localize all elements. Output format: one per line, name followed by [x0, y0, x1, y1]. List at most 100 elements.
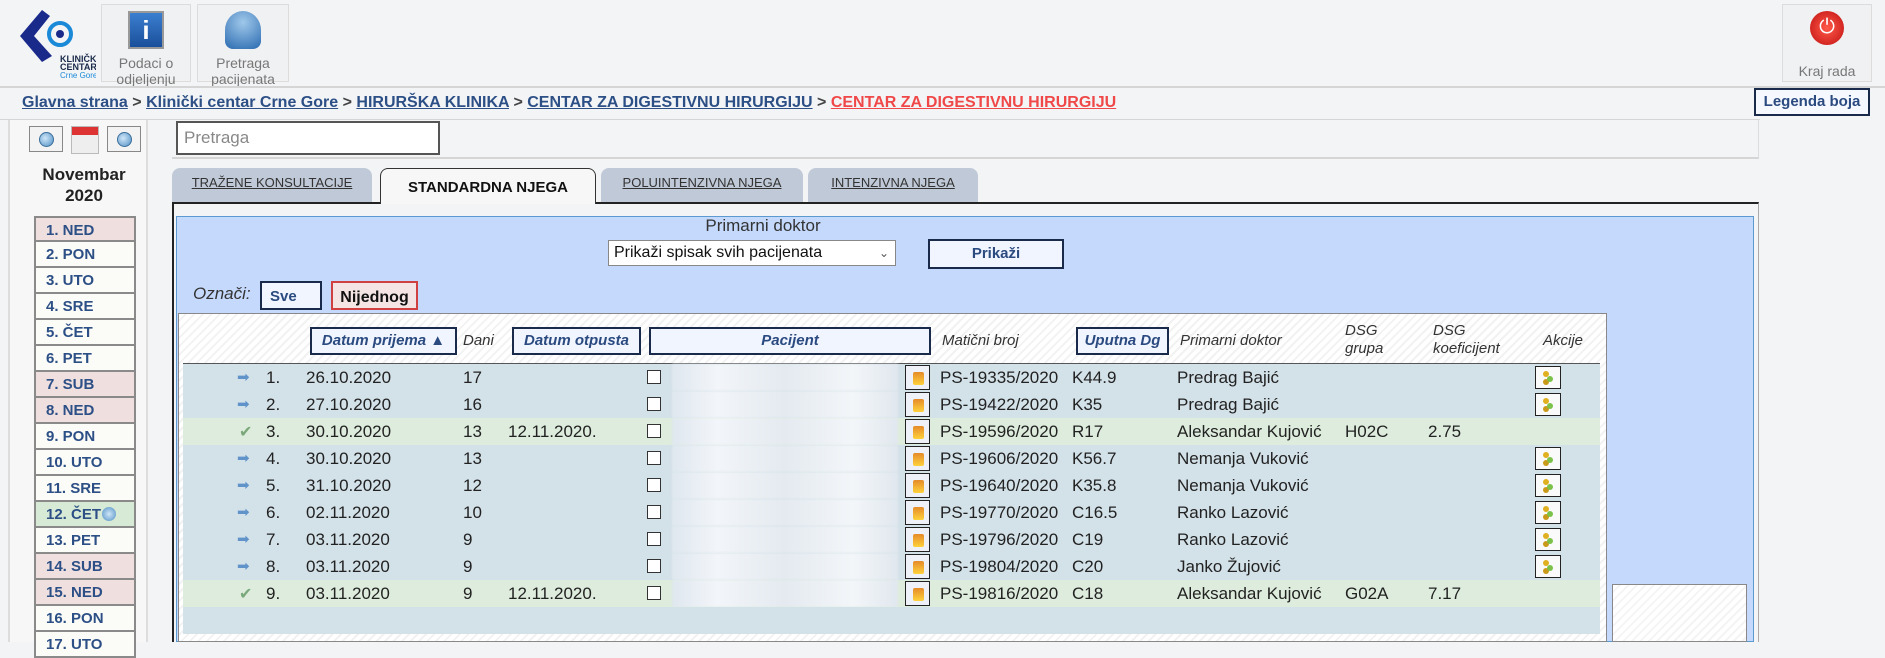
- calendar-day[interactable]: 16. PON: [34, 606, 136, 632]
- table-row[interactable]: ✔ 9. 03.11.2020 9 12.11.2020. PS-19816/2020 C1…: [183, 580, 1600, 607]
- table-row[interactable]: ✔ 3. 30.10.2020 13 12.11.2020. PS-19596/2020 R…: [183, 418, 1600, 445]
- referral-diagnosis: R17: [1072, 422, 1104, 441]
- color-legend-button[interactable]: Legenda boja: [1754, 88, 1870, 116]
- header-dsg-coefficient: DSG koeficijent: [1433, 322, 1500, 357]
- calendar-day[interactable]: 14. SUB: [34, 554, 136, 580]
- referral-diagnosis: C19: [1072, 530, 1104, 549]
- sort-discharge-date-button[interactable]: Datum otpusta: [512, 327, 641, 355]
- table-row[interactable]: ➡ 4. 30.10.2020 13 PS-19606/2020 K56.7 Nemanja…: [183, 445, 1600, 472]
- dsg-coefficient: 2.75: [1428, 422, 1462, 441]
- search-input[interactable]: [176, 121, 440, 155]
- sort-patient-button[interactable]: Pacijent: [649, 327, 931, 355]
- patients-action-icon: [1543, 398, 1549, 404]
- calendar-day[interactable]: 8. NED: [34, 398, 136, 424]
- days-count: 12: [463, 476, 482, 495]
- next-month-button[interactable]: [107, 126, 141, 152]
- admission-date: 30.10.2020: [306, 449, 392, 468]
- dsg-group: G02A: [1345, 584, 1389, 603]
- row-checkbox[interactable]: [647, 370, 661, 384]
- patient-folder-button[interactable]: [905, 581, 930, 606]
- medical-record-number: PS-19770/2020: [940, 503, 1059, 522]
- admission-date: 27.10.2020: [306, 395, 392, 414]
- prev-month-button[interactable]: [29, 126, 63, 152]
- table-row[interactable]: ➡ 8. 03.11.2020 9 PS-19804/2020 C20 Janko Žujo…: [183, 553, 1600, 580]
- action-button[interactable]: [1535, 501, 1561, 524]
- calendar-day[interactable]: 10. UTO: [34, 450, 136, 476]
- calendar-icon[interactable]: [71, 126, 99, 154]
- calendar-day[interactable]: 1. NED: [34, 216, 136, 242]
- action-button[interactable]: [1535, 393, 1561, 416]
- calendar-day[interactable]: 13. PET: [34, 528, 136, 554]
- row-number: 8.: [266, 557, 281, 576]
- folder-icon: [913, 372, 924, 385]
- tab-requested-consultations[interactable]: TRAŽENE KONSULTACIJE: [172, 168, 372, 202]
- patient-name-redacted: [672, 472, 898, 499]
- table-row[interactable]: [183, 607, 1600, 634]
- row-checkbox[interactable]: [647, 586, 661, 600]
- patient-folder-button[interactable]: [905, 446, 930, 471]
- row-checkbox[interactable]: [647, 478, 661, 492]
- patient-folder-button[interactable]: [905, 500, 930, 525]
- calendar-day[interactable]: 5. ČET: [34, 320, 136, 346]
- row-checkbox[interactable]: [647, 451, 661, 465]
- action-button[interactable]: [1535, 555, 1561, 578]
- breadcrumb-department[interactable]: CENTAR ZA DIGESTIVNU HIRURGIJU: [527, 94, 812, 111]
- action-button[interactable]: [1535, 474, 1561, 497]
- calendar-day[interactable]: 4. SRE: [34, 294, 136, 320]
- patient-folder-button[interactable]: [905, 473, 930, 498]
- calendar-day[interactable]: 3. UTO: [34, 268, 136, 294]
- show-button[interactable]: Prikaži: [928, 239, 1064, 269]
- row-number: 1.: [266, 368, 281, 387]
- calendar-day[interactable]: 12. ČET: [34, 502, 136, 528]
- calendar-day[interactable]: 11. SRE: [34, 476, 136, 502]
- calendar-day[interactable]: 15. NED: [34, 580, 136, 606]
- row-checkbox[interactable]: [647, 505, 661, 519]
- table-row[interactable]: ➡ 5. 31.10.2020 12 PS-19640/2020 K35.8 Nemanja…: [183, 472, 1600, 499]
- patient-folder-button[interactable]: [905, 527, 930, 552]
- table-row[interactable]: ➡ 2. 27.10.2020 16 PS-19422/2020 K35 Predrag B…: [183, 391, 1600, 418]
- calendar-day[interactable]: 2. PON: [34, 242, 136, 268]
- action-button[interactable]: [1535, 528, 1561, 551]
- calendar-day[interactable]: 7. SUB: [34, 372, 136, 398]
- select-none-button[interactable]: Nijednog: [331, 281, 418, 310]
- calendar-day[interactable]: 6. PET: [34, 346, 136, 372]
- discharge-date: 12.11.2020.: [508, 422, 597, 441]
- sort-admission-date-button[interactable]: Datum prijema ▲: [310, 327, 457, 355]
- patient-folder-button[interactable]: [905, 419, 930, 444]
- logo[interactable]: KLINIČKI CENTAR Crne Gore: [12, 6, 99, 80]
- breadcrumb-center[interactable]: Klinički centar Crne Gore: [146, 94, 338, 111]
- action-button[interactable]: [1535, 447, 1561, 470]
- table-row[interactable]: ➡ 1. 26.10.2020 17 PS-19335/2020 K44.9 Predrag…: [183, 364, 1600, 391]
- breadcrumb-current[interactable]: CENTAR ZA DIGESTIVNU HIRURGIJU: [831, 94, 1116, 111]
- table-row[interactable]: ➡ 7. 03.11.2020 9 PS-19796/2020 C19 Ranko Lazo…: [183, 526, 1600, 553]
- breadcrumb-clinic[interactable]: HIRURŠKA KLINIKA: [356, 94, 509, 111]
- row-checkbox[interactable]: [647, 532, 661, 546]
- tab-standard-care[interactable]: STANDARDNA NJEGA: [380, 168, 596, 204]
- breadcrumb-home[interactable]: Glavna strana: [22, 94, 128, 111]
- folder-icon: [913, 453, 924, 466]
- calendar-day[interactable]: 17. UTO: [34, 632, 136, 658]
- discharge-date: 12.11.2020.: [508, 584, 597, 603]
- patient-folder-button[interactable]: [905, 392, 930, 417]
- table-row[interactable]: ➡ 6. 02.11.2020 10 PS-19770/2020 C16.5 Ranko L…: [183, 499, 1600, 526]
- patient-search-button[interactable]: Pretraga pacijenata: [197, 4, 289, 87]
- patient-folder-button[interactable]: [905, 365, 930, 390]
- calendar-day[interactable]: 9. PON: [34, 424, 136, 450]
- arrow-right-icon: ➡: [237, 504, 250, 521]
- patient-folder-button[interactable]: [905, 554, 930, 579]
- action-button[interactable]: [1535, 366, 1561, 389]
- sort-referral-dg-button[interactable]: Uputna Dg: [1076, 327, 1169, 355]
- primary-doctor: Janko Žujović: [1177, 557, 1281, 576]
- row-checkbox[interactable]: [647, 424, 661, 438]
- arrow-right-icon: ➡: [237, 396, 250, 413]
- tab-semi-intensive-care[interactable]: POLUINTENZIVNA NJEGA: [601, 168, 803, 202]
- logout-button[interactable]: ⏻ Kraj rada: [1782, 4, 1872, 82]
- header-mb: Matični broj: [942, 332, 1019, 349]
- select-all-button[interactable]: Sve: [260, 281, 322, 310]
- tab-intensive-care[interactable]: INTENZIVNA NJEGA: [808, 168, 978, 202]
- primary-doctor-select[interactable]: Prikaži spisak svih pacijenata ⌄: [608, 240, 896, 266]
- department-info-button[interactable]: i Podaci o odjeljenju: [101, 4, 191, 87]
- row-checkbox[interactable]: [647, 397, 661, 411]
- row-checkbox[interactable]: [647, 559, 661, 573]
- header-actions: Akcije: [1543, 332, 1584, 349]
